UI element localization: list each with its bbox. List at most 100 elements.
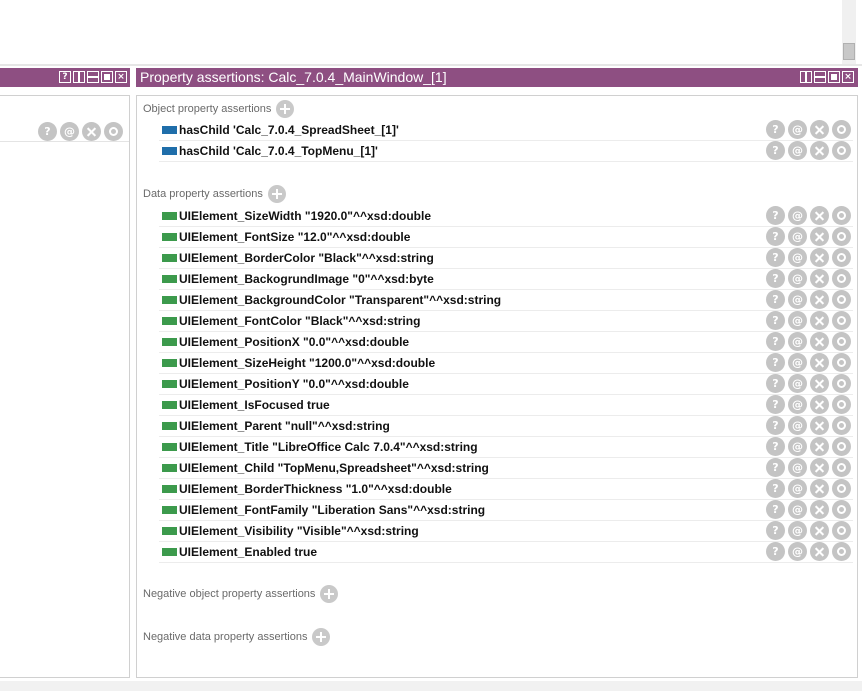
- at-icon[interactable]: @: [788, 437, 807, 456]
- close-button[interactable]: ×: [115, 71, 127, 83]
- assertion-row[interactable]: UIElement_Visibility "Visible"^^xsd:stri…: [159, 521, 853, 542]
- at-icon[interactable]: @: [788, 521, 807, 540]
- x-icon[interactable]: [82, 122, 101, 141]
- circle-icon[interactable]: [832, 395, 851, 414]
- at-icon[interactable]: @: [788, 120, 807, 139]
- at-icon[interactable]: @: [788, 311, 807, 330]
- at-icon[interactable]: @: [60, 122, 79, 141]
- plus-circle-icon[interactable]: [267, 185, 286, 203]
- circle-icon[interactable]: [832, 437, 851, 456]
- question-icon[interactable]: ?: [766, 416, 785, 435]
- circle-icon[interactable]: [832, 416, 851, 435]
- at-icon[interactable]: @: [788, 227, 807, 246]
- question-icon[interactable]: ?: [766, 290, 785, 309]
- question-icon[interactable]: ?: [766, 120, 785, 139]
- assertion-row[interactable]: UIElement_FontColor "Black"^^xsd:string?…: [159, 311, 853, 332]
- x-icon[interactable]: [810, 290, 829, 309]
- question-icon[interactable]: ?: [38, 122, 57, 141]
- circle-icon[interactable]: [832, 374, 851, 393]
- x-icon[interactable]: [810, 437, 829, 456]
- top-pane-scroll-thumb[interactable]: [843, 43, 855, 60]
- assertion-row[interactable]: UIElement_BorderThickness "1.0"^^xsd:dou…: [159, 479, 853, 500]
- x-icon[interactable]: [810, 416, 829, 435]
- at-icon[interactable]: @: [788, 353, 807, 372]
- question-icon[interactable]: ?: [766, 353, 785, 372]
- question-icon[interactable]: ?: [766, 521, 785, 540]
- at-icon[interactable]: @: [788, 395, 807, 414]
- circle-icon[interactable]: [832, 521, 851, 540]
- split-horizontal-button[interactable]: [87, 71, 99, 83]
- circle-icon[interactable]: [832, 141, 851, 160]
- assertion-row[interactable]: UIElement_FontFamily "Liberation Sans"^^…: [159, 500, 853, 521]
- circle-icon[interactable]: [832, 269, 851, 288]
- maximize-button[interactable]: [101, 71, 113, 83]
- assertion-row[interactable]: hasChild 'Calc_7.0.4_TopMenu_[1]'? @: [159, 141, 853, 162]
- x-icon[interactable]: [810, 141, 829, 160]
- assertion-row[interactable]: UIElement_FontSize "12.0"^^xsd:double? @: [159, 227, 853, 248]
- circle-icon[interactable]: [832, 206, 851, 225]
- x-icon[interactable]: [810, 479, 829, 498]
- question-icon[interactable]: ?: [766, 458, 785, 477]
- at-icon[interactable]: @: [788, 542, 807, 561]
- circle-icon[interactable]: [832, 542, 851, 561]
- plus-circle-icon[interactable]: [320, 585, 339, 603]
- question-icon[interactable]: ?: [766, 206, 785, 225]
- circle-icon[interactable]: [832, 479, 851, 498]
- help-button[interactable]: ?: [59, 71, 71, 83]
- assertion-row[interactable]: UIElement_IsFocused true? @: [159, 395, 853, 416]
- assertion-row[interactable]: UIElement_SizeHeight "1200.0"^^xsd:doubl…: [159, 353, 853, 374]
- assertion-row[interactable]: UIElement_PositionY "0.0"^^xsd:double? @: [159, 374, 853, 395]
- question-icon[interactable]: ?: [766, 500, 785, 519]
- question-icon[interactable]: ?: [766, 332, 785, 351]
- question-icon[interactable]: ?: [766, 269, 785, 288]
- at-icon[interactable]: @: [788, 458, 807, 477]
- close-button[interactable]: ×: [842, 71, 854, 83]
- question-icon[interactable]: ?: [766, 227, 785, 246]
- assertion-row[interactable]: UIElement_SizeWidth "1920.0"^^xsd:double…: [159, 206, 853, 227]
- x-icon[interactable]: [810, 374, 829, 393]
- assertion-row[interactable]: UIElement_Enabled true? @: [159, 542, 853, 563]
- plus-circle-icon[interactable]: [312, 628, 331, 646]
- question-icon[interactable]: ?: [766, 479, 785, 498]
- assertion-row[interactable]: UIElement_Parent "null"^^xsd:string? @: [159, 416, 853, 437]
- circle-icon[interactable]: [104, 122, 123, 141]
- assertion-row[interactable]: UIElement_PositionX "0.0"^^xsd:double? @: [159, 332, 853, 353]
- assertion-row[interactable]: UIElement_BackogrundImage "0"^^xsd:byte?…: [159, 269, 853, 290]
- question-icon[interactable]: ?: [766, 248, 785, 267]
- x-icon[interactable]: [810, 248, 829, 267]
- x-icon[interactable]: [810, 332, 829, 351]
- x-icon[interactable]: [810, 395, 829, 414]
- circle-icon[interactable]: [832, 248, 851, 267]
- question-icon[interactable]: ?: [766, 395, 785, 414]
- x-icon[interactable]: [810, 458, 829, 477]
- at-icon[interactable]: @: [788, 332, 807, 351]
- x-icon[interactable]: [810, 269, 829, 288]
- assertion-row[interactable]: UIElement_Title "LibreOffice Calc 7.0.4"…: [159, 437, 853, 458]
- x-icon[interactable]: [810, 521, 829, 540]
- x-icon[interactable]: [810, 542, 829, 561]
- at-icon[interactable]: @: [788, 500, 807, 519]
- question-icon[interactable]: ?: [766, 437, 785, 456]
- split-horizontal-button[interactable]: [814, 71, 826, 83]
- x-icon[interactable]: [810, 227, 829, 246]
- at-icon[interactable]: @: [788, 374, 807, 393]
- question-icon[interactable]: ?: [766, 374, 785, 393]
- maximize-button[interactable]: [828, 71, 840, 83]
- question-icon[interactable]: ?: [766, 542, 785, 561]
- question-icon[interactable]: ?: [766, 141, 785, 160]
- at-icon[interactable]: @: [788, 141, 807, 160]
- circle-icon[interactable]: [832, 227, 851, 246]
- plus-circle-icon[interactable]: [276, 100, 295, 118]
- circle-icon[interactable]: [832, 290, 851, 309]
- circle-icon[interactable]: [832, 353, 851, 372]
- assertion-row[interactable]: hasChild 'Calc_7.0.4_SpreadSheet_[1]'? @: [159, 120, 853, 141]
- circle-icon[interactable]: [832, 332, 851, 351]
- split-vertical-button[interactable]: [800, 71, 812, 83]
- x-icon[interactable]: [810, 311, 829, 330]
- list-item[interactable]: ? @: [0, 120, 129, 142]
- circle-icon[interactable]: [832, 120, 851, 139]
- at-icon[interactable]: @: [788, 269, 807, 288]
- split-vertical-button[interactable]: [73, 71, 85, 83]
- circle-icon[interactable]: [832, 458, 851, 477]
- at-icon[interactable]: @: [788, 248, 807, 267]
